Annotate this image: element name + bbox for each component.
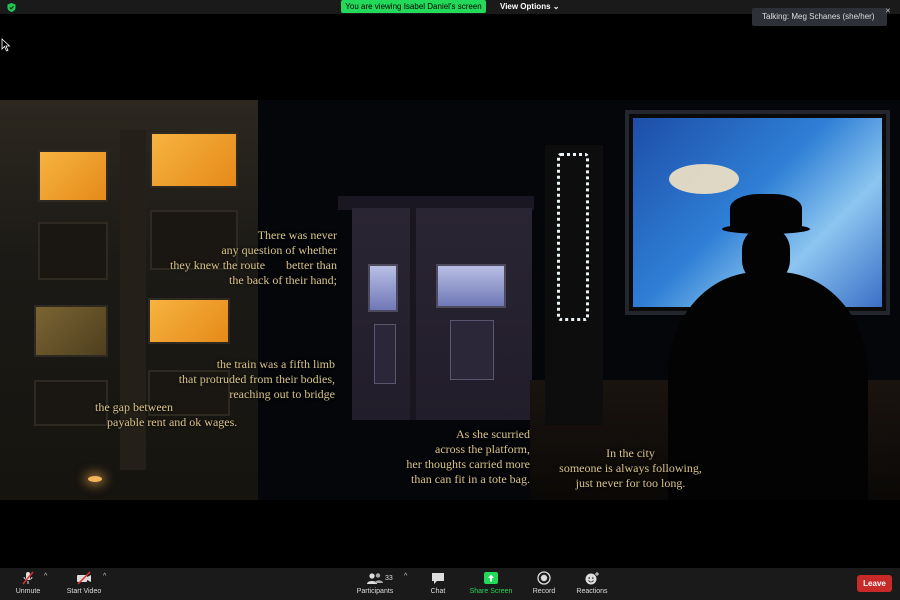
- share-screen-button[interactable]: Share Screen: [466, 568, 516, 600]
- unmute-label: Unmute: [15, 588, 41, 595]
- leave-button[interactable]: Leave: [857, 575, 892, 592]
- record-icon: [537, 571, 551, 585]
- audio-options-caret[interactable]: ^: [44, 573, 47, 580]
- record-button[interactable]: Record: [528, 568, 560, 600]
- shared-screen: There was never any question of whether …: [0, 100, 900, 500]
- close-icon[interactable]: ✕: [885, 7, 891, 15]
- lit-window: [150, 132, 238, 188]
- lit-window: [34, 305, 108, 357]
- chevron-down-icon: ⌄: [552, 2, 560, 11]
- poem-stanza-3: the gap between payable rent and ok wage…: [95, 400, 238, 429]
- poem-stanza-1: There was never any question of whether …: [170, 228, 337, 287]
- viewing-screen-banner: You are viewing Isabel Daniel's screen: [341, 0, 486, 13]
- share-screen-label: Share Screen: [469, 588, 513, 595]
- participants-button[interactable]: Participants: [352, 568, 398, 600]
- meeting-toolbar: Unmute ^ Start Video ^ Participants ^ Ch…: [0, 568, 900, 600]
- start-video-label: Start Video: [66, 588, 102, 595]
- participants-label: Participants: [356, 588, 394, 595]
- poem-stanza-4: As she scurried across the platform, her…: [406, 427, 530, 486]
- participants-icon: [367, 573, 383, 584]
- building-image: [0, 100, 258, 500]
- share-screen-icon: [484, 572, 498, 584]
- silhouette-hat: [730, 194, 802, 230]
- vending-machine-image: [545, 145, 603, 425]
- participants-options-caret[interactable]: ^: [404, 573, 407, 580]
- view-options-label: View Options: [500, 2, 551, 11]
- poem-stanza-2: the train was a fifth limb that protrude…: [178, 357, 335, 401]
- reactions-button[interactable]: Reactions: [574, 568, 610, 600]
- start-video-button[interactable]: Start Video: [62, 568, 106, 600]
- reactions-label: Reactions: [576, 588, 608, 595]
- microphone-muted-icon: [22, 571, 34, 585]
- poem-stanza-5: In the city someone is always following,…: [559, 446, 702, 490]
- chat-button[interactable]: Chat: [423, 568, 453, 600]
- talking-indicator: Talking: Meg Schanes (she/her): [752, 8, 887, 26]
- dark-window: [38, 222, 108, 280]
- reactions-icon: [585, 572, 599, 585]
- video-off-icon: [77, 571, 91, 585]
- silhouette-head: [742, 228, 790, 282]
- view-options-button[interactable]: View Options ⌄: [500, 0, 559, 13]
- chat-icon: [432, 573, 444, 584]
- mouse-cursor-icon: [1, 38, 11, 52]
- ticket-booth-image: [352, 208, 532, 420]
- shield-icon[interactable]: [7, 3, 16, 12]
- lit-window: [148, 298, 230, 344]
- video-options-caret[interactable]: ^: [103, 573, 106, 580]
- lit-window: [38, 150, 108, 202]
- record-label: Record: [532, 588, 556, 595]
- participant-count: 33: [385, 575, 393, 582]
- unmute-button[interactable]: Unmute: [10, 568, 46, 600]
- chat-label: Chat: [430, 588, 446, 595]
- street-light: [88, 476, 102, 482]
